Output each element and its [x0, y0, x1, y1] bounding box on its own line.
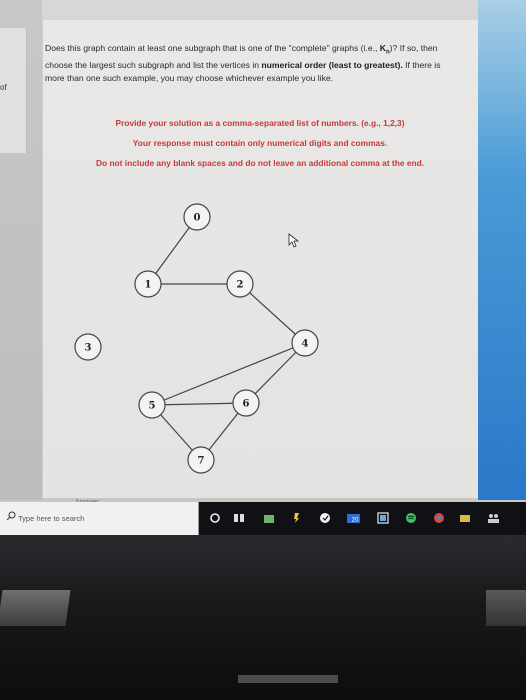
- taskbar: Type here to search 20: [0, 502, 526, 535]
- graph-vertex-5: 5: [138, 391, 166, 419]
- search-icon: [6, 511, 16, 521]
- store-icon[interactable]: [262, 511, 276, 525]
- chrome-icon[interactable]: [432, 511, 446, 525]
- monitor-screen: of Does this graph contain at least one …: [0, 0, 526, 535]
- graph-vertex-label: 2: [237, 280, 244, 291]
- desk-object-right: [486, 590, 526, 626]
- monitor-bezel: [0, 535, 526, 700]
- notification-app-icon[interactable]: 20: [346, 511, 360, 525]
- graph-vertex-1: 1: [134, 270, 162, 298]
- graph-edge-4-5: [151, 342, 306, 406]
- people-icon[interactable]: [486, 511, 500, 525]
- graph-vertex-label: 7: [198, 456, 205, 467]
- graph-vertex-label: 5: [149, 401, 156, 412]
- search-placeholder: Type here to search: [18, 514, 85, 523]
- graph-vertex-3: 3: [74, 333, 102, 361]
- mouse-cursor-icon: [288, 233, 300, 248]
- graph-vertex-label: 1: [145, 280, 152, 291]
- bezel-label: [238, 675, 338, 683]
- desk-object-left: [0, 590, 71, 626]
- folder-icon[interactable]: [458, 511, 472, 525]
- graph-vertex-7: 7: [187, 446, 215, 474]
- desktop-background: [478, 0, 526, 500]
- graph-vertex-label: 4: [302, 339, 309, 350]
- file-explorer-icon[interactable]: [290, 511, 304, 525]
- graph-vertex-2: 2: [226, 270, 254, 298]
- app-icon[interactable]: [318, 511, 332, 525]
- graph-vertex-label: 6: [243, 399, 250, 410]
- tray-badge: 20: [352, 518, 359, 524]
- task-view-icon[interactable]: [232, 511, 246, 525]
- graph-vertex-label: 3: [85, 343, 92, 354]
- spotify-icon[interactable]: [404, 511, 418, 525]
- graph-figure: 0 1 2 3 4 5 6 7: [74, 203, 319, 474]
- graph-edge-5-6: [151, 402, 247, 406]
- graph-vertex-0: 0: [183, 203, 211, 231]
- taskbar-search[interactable]: Type here to search: [0, 502, 199, 535]
- graph-vertex-4: 4: [291, 329, 319, 357]
- graph-vertex-6: 6: [232, 389, 260, 417]
- window-icon[interactable]: [376, 511, 390, 525]
- cortana-icon[interactable]: [208, 511, 222, 525]
- graph-vertex-label: 0: [194, 213, 201, 224]
